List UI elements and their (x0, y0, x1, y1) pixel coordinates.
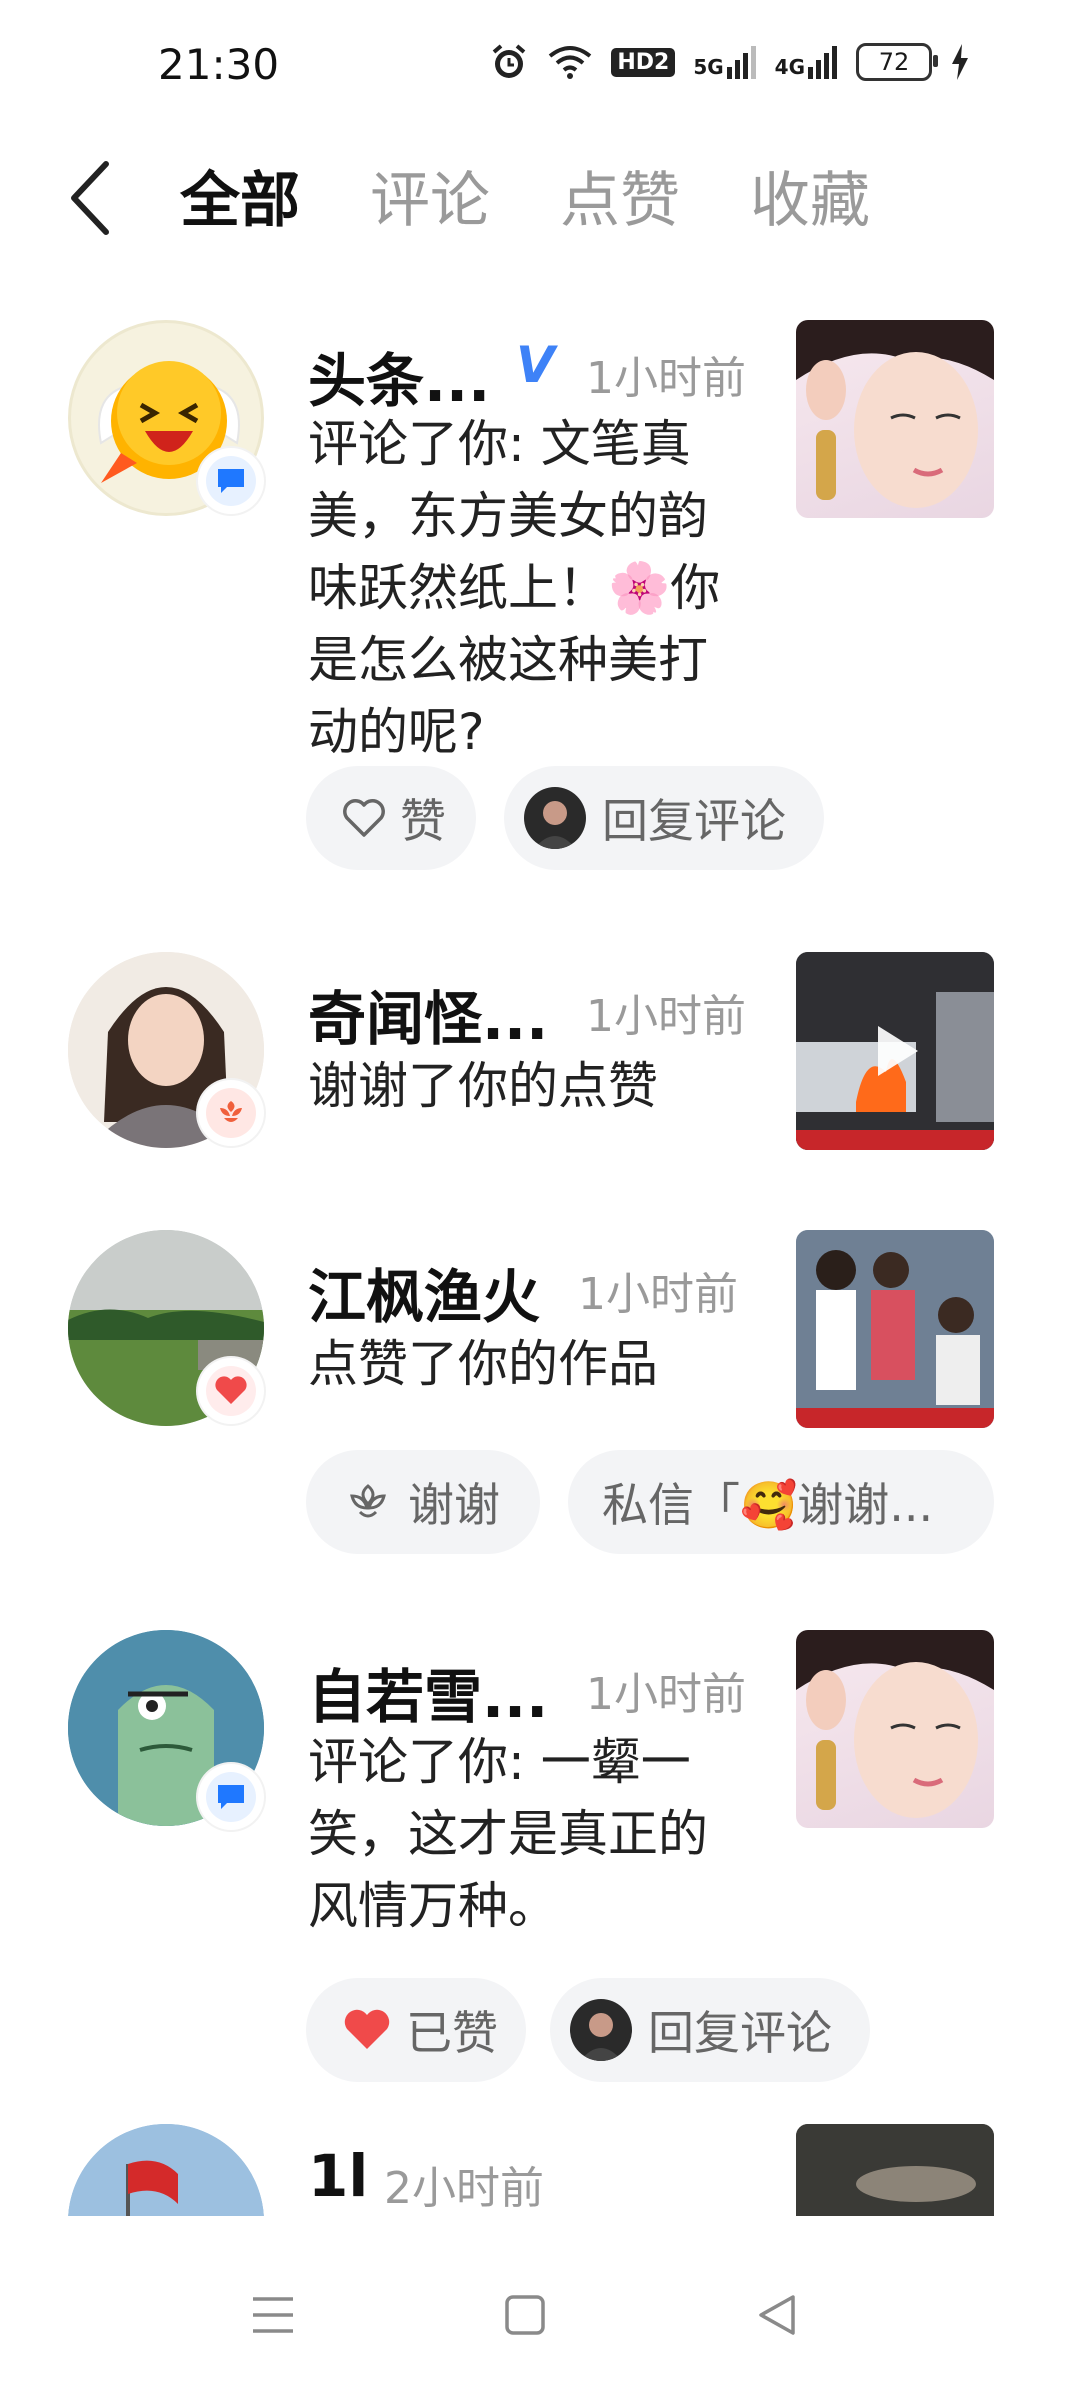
tab-likes[interactable]: 点赞 (560, 152, 680, 239)
back-nav-button[interactable] (732, 2270, 822, 2360)
verified-icon: V (516, 336, 555, 394)
flower-outline-icon (350, 1484, 386, 1518)
people-scene-image (796, 1230, 994, 1428)
private-message-label: 私信「🥰谢谢... (602, 1478, 934, 1532)
battery-level: 72 (878, 48, 910, 76)
5g-label: 5G (693, 55, 724, 79)
like-badge (198, 1080, 264, 1146)
timestamp: 1小时前 (586, 353, 746, 404)
menu-button[interactable] (228, 2270, 318, 2360)
reply-label: 回复评论 (602, 794, 786, 848)
private-message-button[interactable]: 私信「🥰谢谢... (568, 1450, 994, 1554)
charging-icon (950, 44, 970, 80)
notification-text: 谢谢了你的点赞 (308, 1057, 658, 1115)
system-nav-bar (0, 2230, 1080, 2400)
timestamp: 1小时前 (578, 1269, 738, 1320)
play-icon (878, 1026, 918, 1076)
heart-outline-icon (343, 799, 385, 837)
text-line: 美，东方美女的韵 (308, 487, 708, 545)
thanks-button[interactable]: 谢谢 (306, 1450, 540, 1554)
timestamp: 2小时前 (384, 2163, 544, 2214)
heart-filled-icon (344, 2009, 390, 2049)
like-button[interactable]: 赞 (306, 766, 476, 870)
status-time: 21:30 (158, 40, 280, 89)
battery-icon: 72 (856, 43, 938, 81)
reply-comment-button[interactable]: 回复评论 (504, 766, 824, 870)
signal-4g-icon: 4G (775, 45, 838, 79)
signal-5g-icon: 5G (693, 45, 756, 79)
text-line: 是怎么被这种美打 (308, 631, 708, 689)
comment-text: 评论了你: 文笔真 美，东方美女的韵 味跃然纸上！🌸你 是怎么被这种美打 动的呢… (308, 408, 758, 768)
text-line: 味跃然纸上！🌸你 (308, 559, 721, 617)
wifi-icon (547, 44, 593, 80)
list-item[interactable]: 1l 2小时前 (0, 2120, 1080, 2216)
user-name[interactable]: 1l (308, 2142, 368, 2210)
list-item[interactable]: 江枫渔火 1小时前 点赞了你的作品 谢谢 私信「🥰谢谢... (0, 1228, 1080, 1608)
text-line: 动的呢? (308, 703, 485, 761)
list-item[interactable]: 头条... V 1小时前 评论了你: 文笔真 美，东方美女的韵 味跃然纸上！🌸你… (0, 312, 1080, 912)
post-thumbnail[interactable] (796, 2124, 994, 2216)
comment-icon (218, 1785, 244, 1809)
reply-label: 回复评论 (648, 2006, 832, 2060)
comment-text: 评论了你: 一颦一 笑，这才是真正的 风情万种。 (308, 1726, 758, 1942)
post-thumbnail[interactable] (796, 1230, 994, 1428)
flag-photo (68, 2124, 264, 2216)
flower-icon (220, 1101, 242, 1122)
user-name[interactable]: 头条... (308, 334, 490, 418)
list-item[interactable]: 奇闻怪... 1小时前 谢谢了你的点赞 (0, 950, 1080, 1160)
heart-icon (215, 1376, 247, 1404)
user-name[interactable]: 奇闻怪... (308, 972, 548, 1056)
status-icons: HD2 5G 4G 72 (489, 42, 970, 82)
woman-portrait-image (796, 1630, 994, 1818)
user-name[interactable]: 自若雪... (308, 1650, 548, 1734)
tab-all[interactable]: 全部 (180, 152, 300, 239)
comment-icon (218, 469, 244, 493)
timestamp: 1小时前 (586, 1669, 746, 1720)
alarm-icon (489, 42, 529, 82)
liked-label: 已赞 (406, 2006, 498, 2060)
tab-bar: 全部 评论 点赞 收藏 (180, 152, 870, 239)
triangle-back-icon (759, 2295, 795, 2335)
menu-icon (253, 2297, 293, 2333)
my-avatar (570, 1999, 632, 2061)
back-button[interactable] (62, 158, 122, 238)
user-name[interactable]: 江枫渔火 (308, 1250, 540, 1334)
my-avatar (524, 787, 586, 849)
header: 全部 评论 点赞 收藏 (0, 140, 1080, 250)
avatar[interactable] (68, 2124, 264, 2216)
like-badge (198, 1358, 264, 1424)
liked-button[interactable]: 已赞 (306, 1978, 526, 2082)
text-line: 风情万种。 (308, 1877, 558, 1935)
comment-badge (198, 448, 264, 514)
chevron-left-icon (71, 161, 109, 235)
comment-badge (198, 1764, 264, 1830)
woman-portrait-image (796, 320, 994, 508)
text-line: 评论了你: 文笔真 (308, 415, 691, 473)
post-thumbnail[interactable] (796, 320, 994, 518)
dark-scene-image (796, 2124, 994, 2216)
post-thumbnail[interactable] (796, 1630, 994, 1828)
timestamp: 1小时前 (586, 991, 746, 1042)
notification-text: 点赞了你的作品 (308, 1335, 658, 1393)
text-line: 评论了你: 一颦一 (308, 1733, 691, 1791)
thanks-label: 谢谢 (408, 1478, 500, 1532)
tab-comments[interactable]: 评论 (370, 152, 490, 239)
hd-icon: HD2 (611, 47, 676, 77)
like-label: 赞 (400, 794, 446, 848)
4g-label: 4G (774, 55, 805, 79)
home-button[interactable] (480, 2270, 570, 2360)
square-icon (505, 2295, 545, 2335)
reply-comment-button[interactable]: 回复评论 (550, 1978, 870, 2082)
list-item[interactable]: 自若雪... 1小时前 评论了你: 一颦一 笑，这才是真正的 风情万种。 已赞 … (0, 1622, 1080, 2082)
video-thumbnail[interactable] (796, 952, 994, 1150)
status-bar: 21:30 HD2 5G 4G 72 (0, 0, 1080, 130)
tab-favorites[interactable]: 收藏 (750, 152, 870, 239)
text-line: 笑，这才是真正的 (308, 1805, 708, 1863)
hd-label: HD2 (617, 49, 670, 75)
